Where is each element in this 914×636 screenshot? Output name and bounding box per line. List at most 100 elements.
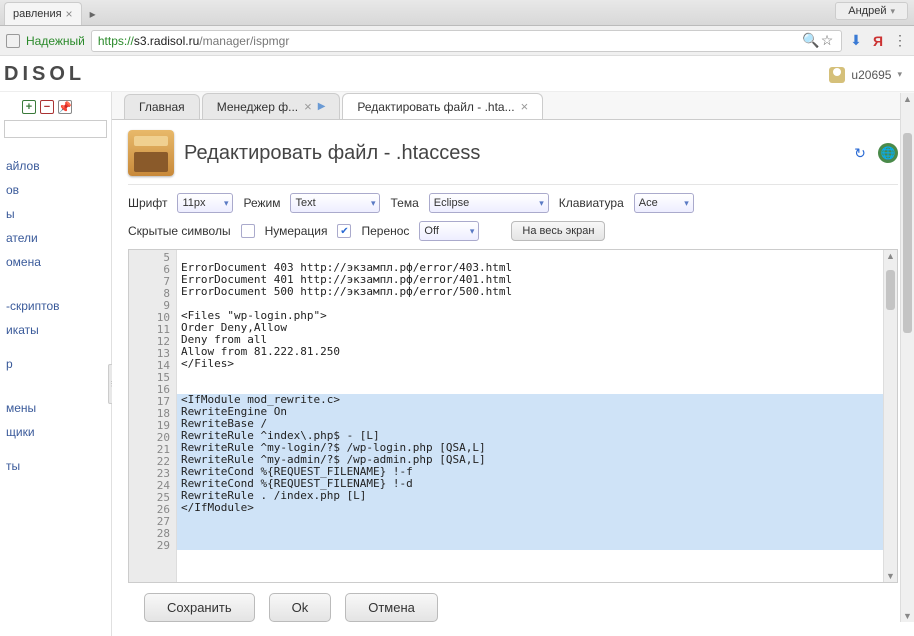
app-logo: DISOL xyxy=(4,63,85,86)
editor-toolbar-row-1: Шрифт 11px▾ Режим Text▾ Тема Eclipse▾ Кл… xyxy=(128,193,898,213)
close-icon[interactable]: × xyxy=(66,7,73,21)
sidebar-item[interactable]: ты xyxy=(4,454,107,478)
sidebar-item[interactable] xyxy=(4,284,107,294)
url-input[interactable]: https://s3.radisol.ru/manager/ispmgr 🔍 ☆ xyxy=(91,30,842,52)
collapse-all-button[interactable]: − xyxy=(40,100,54,114)
sidebar-item[interactable]: икаты xyxy=(4,318,107,342)
chevron-down-icon: ▾ xyxy=(539,198,544,209)
editor-gutter: 5678910111213141516171819202122232425262… xyxy=(129,250,177,582)
url-protocol: https:// xyxy=(98,34,134,48)
hidden-chars-checkbox[interactable] xyxy=(241,224,255,238)
keyboard-select[interactable]: Ace▾ xyxy=(634,193,694,213)
app-tab[interactable]: Редактировать файл - .hta... × xyxy=(342,93,543,119)
mode-label: Режим xyxy=(243,196,280,210)
ok-button[interactable]: Ok xyxy=(269,593,332,622)
sidebar-item[interactable] xyxy=(4,274,107,284)
fullscreen-button[interactable]: На весь экран xyxy=(511,221,605,241)
sidebar-item[interactable]: р xyxy=(4,352,107,376)
secure-badge: Надежный xyxy=(26,34,85,48)
expand-all-button[interactable]: + xyxy=(22,100,36,114)
editor-code-area[interactable]: ErrorDocument 403 http://экзампл.рф/erro… xyxy=(177,250,883,582)
sidebar-item[interactable]: мены xyxy=(4,396,107,420)
username-label: u20695 xyxy=(851,68,891,82)
app-tab[interactable]: Менеджер ф... × ▶ xyxy=(202,93,341,119)
editor-scrollbar[interactable]: ▲ ▼ xyxy=(883,250,897,582)
browser-tab-title: равления xyxy=(13,8,62,20)
close-icon[interactable]: × xyxy=(304,99,312,114)
wrap-label: Перенос xyxy=(361,224,409,238)
pin-button[interactable]: 📌 xyxy=(58,100,72,114)
sidebar-item[interactable] xyxy=(4,342,107,352)
sidebar-item[interactable] xyxy=(4,144,107,154)
page-scrollbar[interactable]: ▲ ▼ xyxy=(900,93,914,622)
hidden-chars-label: Скрытые символы xyxy=(128,224,231,238)
theme-select[interactable]: Eclipse▾ xyxy=(429,193,549,213)
tab-label: Редактировать файл - .hta... xyxy=(357,100,514,114)
sidebar-item[interactable]: щики xyxy=(4,420,107,444)
scroll-down-icon[interactable]: ▼ xyxy=(901,611,914,621)
menu-icon[interactable]: ⋮ xyxy=(892,33,908,49)
mode-select[interactable]: Text▾ xyxy=(290,193,380,213)
chevron-down-icon: ▾ xyxy=(371,198,376,209)
sidebar-search-input[interactable] xyxy=(4,120,107,138)
browser-tab[interactable]: равления × xyxy=(4,2,82,25)
download-icon[interactable]: ⬇ xyxy=(848,33,864,49)
user-avatar-icon xyxy=(829,67,845,83)
theme-label: Тема xyxy=(390,196,418,210)
user-menu[interactable]: u20695 ▾ xyxy=(829,67,902,83)
save-button[interactable]: Сохранить xyxy=(144,593,255,622)
sidebar-nav: айлововыателиомена -скриптовикаты р меныщик… xyxy=(4,144,107,478)
scroll-up-icon[interactable]: ▲ xyxy=(901,94,914,104)
refresh-button[interactable]: ↻ xyxy=(850,143,870,163)
cancel-button[interactable]: Отмена xyxy=(345,593,438,622)
tab-label: Менеджер ф... xyxy=(217,100,298,114)
font-label: Шрифт xyxy=(128,196,167,210)
tab-label: Главная xyxy=(139,100,185,114)
browser-tab-strip: равления × ▸ xyxy=(0,0,914,26)
sidebar-item[interactable]: айлов xyxy=(4,154,107,178)
sidebar-item[interactable]: атели xyxy=(4,226,107,250)
sidebar: + − 📌 айлововыателиомена -скриптовикаты рм… xyxy=(0,92,112,636)
browser-profile-chip[interactable]: Андрей ▾ xyxy=(835,2,908,20)
yandex-icon[interactable]: Я xyxy=(870,33,886,49)
search-icon[interactable]: 🔍 xyxy=(803,33,819,49)
new-tab-button[interactable]: ▸ xyxy=(82,3,104,25)
reload-button[interactable] xyxy=(6,34,20,48)
font-select[interactable]: 11px▾ xyxy=(177,193,233,213)
scroll-down-icon[interactable]: ▼ xyxy=(884,571,897,581)
sidebar-item[interactable]: -скриптов xyxy=(4,294,107,318)
page-title: Редактировать файл - .htaccess xyxy=(184,142,480,165)
star-icon[interactable]: ☆ xyxy=(819,33,835,49)
sidebar-item[interactable]: ы xyxy=(4,202,107,226)
chevron-down-icon: ▾ xyxy=(684,198,689,209)
url-path: /manager/ispmgr xyxy=(199,34,289,48)
sidebar-item[interactable] xyxy=(4,376,107,386)
sidebar-item[interactable]: омена xyxy=(4,250,107,274)
profile-label: Андрей xyxy=(848,5,886,17)
chevron-down-icon: ▾ xyxy=(224,198,229,209)
chevron-down-icon: ▾ xyxy=(470,226,475,237)
numbering-label: Нумерация xyxy=(265,224,328,238)
globe-button[interactable]: 🌐 xyxy=(878,143,898,163)
url-domain: s3.radisol.ru xyxy=(134,34,199,48)
app-header: DISOL u20695 ▾ xyxy=(0,56,914,92)
scrollbar-thumb[interactable] xyxy=(903,133,912,333)
sidebar-item[interactable]: ов xyxy=(4,178,107,202)
close-icon[interactable]: × xyxy=(521,99,529,114)
chevron-down-icon: ▾ xyxy=(890,6,895,17)
chevron-down-icon: ▾ xyxy=(897,69,902,80)
keyboard-label: Клавиатура xyxy=(559,196,624,210)
wrap-select[interactable]: Off▾ xyxy=(419,221,479,241)
file-manager-icon xyxy=(128,130,174,176)
sidebar-item[interactable] xyxy=(4,386,107,396)
code-editor[interactable]: 5678910111213141516171819202122232425262… xyxy=(128,249,898,583)
numbering-checkbox[interactable] xyxy=(337,224,351,238)
sidebar-item[interactable] xyxy=(4,444,107,454)
scroll-up-icon[interactable]: ▲ xyxy=(884,251,897,261)
button-bar: Сохранить Ok Отмена xyxy=(128,583,898,636)
app-tab[interactable]: Главная xyxy=(124,94,200,119)
chevron-right-icon[interactable]: ▶ xyxy=(318,101,326,112)
main-panel: Главная Менеджер ф... × ▶ Редактировать файл… xyxy=(112,92,914,636)
app-tabs: Главная Менеджер ф... × ▶ Редактировать файл… xyxy=(112,92,914,120)
editor-toolbar-row-2: Скрытые символы Нумерация Перенос Off▾ Н… xyxy=(128,221,898,241)
